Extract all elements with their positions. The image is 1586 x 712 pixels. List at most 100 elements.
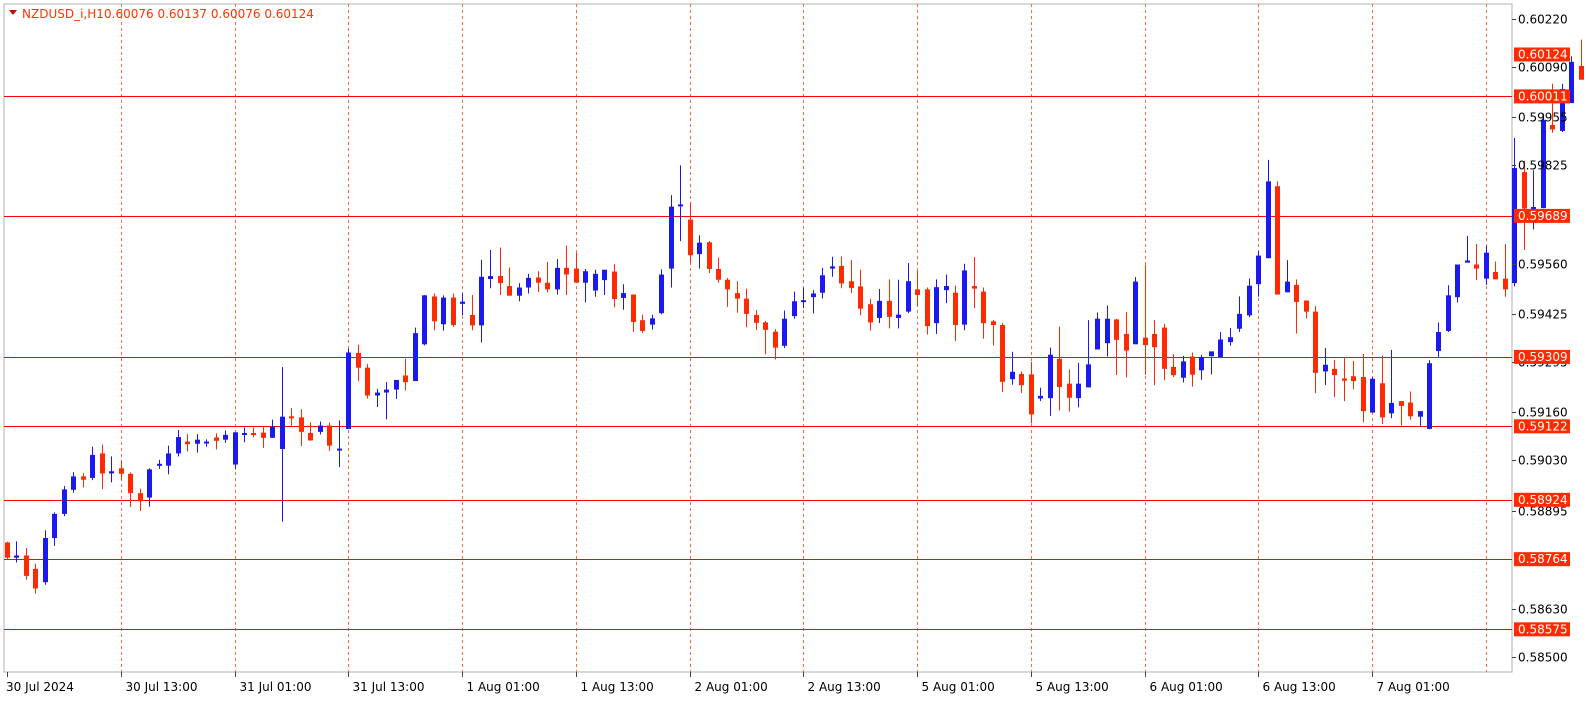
candle-body: [71, 476, 76, 490]
candle-body: [1427, 363, 1432, 429]
candle-body: [621, 293, 626, 298]
candle-body: [1019, 373, 1024, 386]
candle-body: [43, 538, 48, 583]
candle-body: [1105, 318, 1110, 344]
candle-body: [1256, 255, 1261, 285]
candle-body: [716, 268, 721, 280]
candle-body: [1351, 376, 1356, 382]
candle-body: [413, 333, 418, 382]
bull-candle: [1455, 264, 1460, 303]
bull-candle: [62, 486, 67, 517]
candle-body: [403, 375, 408, 383]
time-label: 2 Aug 01:00: [695, 680, 768, 694]
price-axis[interactable]: 0.60220 0.60090 0.59955 0.59825 0.59560 0.594…: [1512, 13, 1570, 665]
candle-body: [119, 468, 124, 474]
candle-body: [1361, 376, 1366, 412]
price-tick-label: 0.60220: [1518, 13, 1568, 27]
time-axis[interactable]: 30 Jul 2024 30 Jul 13:00 31 Jul 01:00 31 Ju…: [6, 672, 1450, 694]
candle-body: [1143, 337, 1148, 346]
candle-body: [1493, 271, 1498, 280]
candle-body: [337, 448, 342, 451]
candle-body: [109, 471, 114, 474]
candle-body: [583, 271, 588, 283]
time-label: 2 Aug 13:00: [808, 680, 881, 694]
chart-header: NZDUSD_i,H1 0.60076 0.60137 0.60076 0.60…: [9, 7, 314, 21]
candle-body: [498, 276, 503, 284]
candle-body: [650, 318, 655, 325]
candle-body: [1266, 181, 1271, 259]
bear-candle: [707, 241, 712, 274]
candle-body: [858, 286, 863, 309]
candle-body: [356, 352, 361, 368]
candle-body: [1294, 284, 1299, 303]
candle-body: [830, 266, 835, 269]
price-tick-label: 0.60090: [1518, 61, 1568, 75]
time-label: 1 Aug 01:00: [467, 680, 540, 694]
candle-body: [1408, 402, 1413, 417]
price-level-label: 0.58575: [1518, 622, 1568, 636]
candle-body: [792, 301, 797, 317]
candle-body: [318, 425, 323, 432]
candle-body: [773, 331, 778, 348]
candle-body: [1086, 364, 1091, 388]
candle-body: [1057, 358, 1062, 387]
candle-body: [944, 286, 949, 291]
candle-body: [441, 297, 446, 325]
price-level-label: 0.58924: [1518, 493, 1568, 507]
candle-body: [1380, 383, 1385, 418]
candle-body: [1199, 356, 1204, 371]
candle-body: [1418, 411, 1423, 417]
candle-body: [33, 568, 38, 589]
candle-body: [327, 425, 332, 446]
candle-body: [384, 389, 389, 393]
bear-candle: [1275, 181, 1280, 295]
bear-candle: [1522, 160, 1527, 251]
time-label: 31 Jul 01:00: [240, 680, 312, 694]
candle-body: [1389, 402, 1394, 414]
candle-body: [1038, 395, 1043, 399]
candle-body: [555, 267, 560, 290]
candle-body: [906, 281, 911, 312]
bull-candle: [659, 269, 664, 315]
candle-body: [24, 555, 29, 576]
candle-body: [308, 433, 313, 441]
candle-body: [81, 476, 86, 480]
candle-body: [1484, 252, 1489, 279]
candle-body: [1237, 313, 1242, 329]
candle-body: [1579, 65, 1584, 80]
price-chart[interactable]: 0.60220 0.60090 0.59955 0.59825 0.59560 0.594…: [0, 0, 1586, 708]
price-level-label: 0.60011: [1518, 89, 1568, 103]
price-tick-label: 0.58500: [1518, 651, 1568, 665]
candle-body: [1323, 364, 1328, 372]
candle-body: [1218, 339, 1223, 358]
candle-body: [14, 555, 19, 558]
candle-body: [517, 287, 522, 296]
candle-body: [432, 296, 437, 322]
candle-body: [289, 416, 294, 419]
candle-body: [953, 292, 958, 326]
candle-body: [1455, 264, 1460, 298]
price-tick-label: 0.59030: [1518, 454, 1568, 468]
candle-body: [1275, 186, 1280, 295]
candle-body: [536, 277, 541, 283]
candle-body: [5, 542, 10, 558]
candle-body: [346, 352, 351, 429]
candle-body: [697, 242, 702, 255]
candle-body: [1228, 337, 1233, 343]
plot-frame: [3, 3, 1513, 673]
candle-body: [1000, 325, 1005, 382]
time-label: 30 Jul 2024: [6, 680, 74, 694]
price-tick-label: 0.59955: [1518, 111, 1568, 125]
candle-body: [1503, 278, 1508, 290]
candle-body: [128, 473, 133, 494]
candle-body: [100, 453, 105, 474]
candle-body: [593, 273, 598, 291]
candle-body: [1095, 318, 1100, 350]
time-label: 30 Jul 13:00: [126, 680, 198, 694]
candle-body: [1436, 332, 1441, 351]
candle-body: [261, 432, 266, 438]
candle-body: [868, 304, 873, 323]
time-label: 5 Aug 01:00: [922, 680, 995, 694]
bull-candle: [413, 327, 418, 382]
candle-body: [157, 463, 162, 466]
